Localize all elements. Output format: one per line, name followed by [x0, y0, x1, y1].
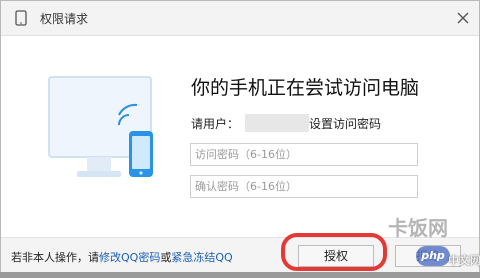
- request-suffix: 设置访问密码: [309, 116, 382, 131]
- footer-prefix: 若非本人操作，请: [11, 251, 99, 264]
- watermark-logo: php: [416, 246, 450, 266]
- title-bar: 权限请求: [1, 1, 479, 36]
- request-prefix: 请用户：: [191, 116, 240, 131]
- footer-or: 或: [160, 251, 172, 264]
- confirm-password-input[interactable]: [190, 175, 418, 198]
- close-icon[interactable]: [456, 11, 470, 25]
- request-line: 请用户： 设置访问密码: [191, 114, 381, 132]
- tablet-icon: [15, 10, 27, 26]
- dialog-title: 权限请求: [40, 12, 89, 26]
- access-password-input[interactable]: [190, 143, 418, 166]
- phone-to-monitor-illustration: [48, 76, 153, 177]
- watermark-text: 卡饭网: [388, 216, 448, 240]
- freeze-qq-link[interactable]: 紧急冻结QQ: [171, 251, 232, 264]
- change-qq-password-link[interactable]: 修改QQ密码: [99, 251, 160, 264]
- watermark-subtext: 中文网: [448, 254, 480, 267]
- dialog-heading: 你的手机正在尝试访问电脑: [191, 77, 420, 99]
- footer-notice: 若非本人操作，请修改QQ密码或紧急冻结QQ: [11, 249, 233, 265]
- redacted-username: [245, 114, 310, 132]
- authorize-button[interactable]: 授权: [298, 245, 374, 267]
